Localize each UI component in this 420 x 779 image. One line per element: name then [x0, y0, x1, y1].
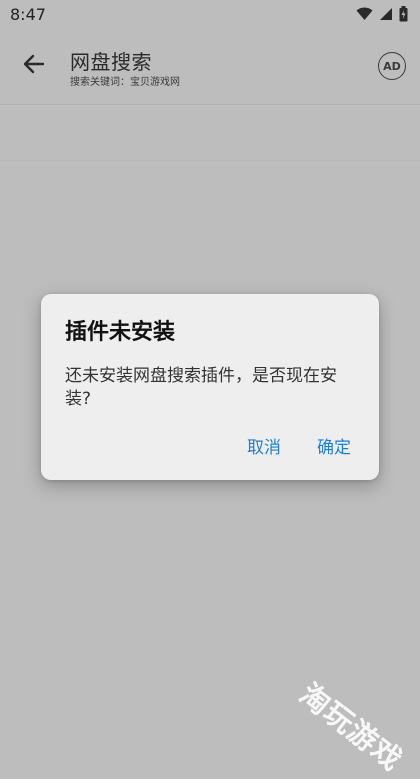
- app-screen: 8:47 网盘搜索 搜索关键词：宝贝游戏网 AD 插件未安装 还未安装网盘搜索插…: [0, 0, 420, 777]
- arrow-left-icon: [23, 54, 45, 78]
- plugin-not-installed-dialog: 插件未安装 还未安装网盘搜索插件，是否现在安装? 取消 确定: [41, 294, 379, 480]
- battery-icon: [399, 6, 408, 22]
- signal-icon: [379, 7, 393, 21]
- cancel-button[interactable]: 取消: [247, 433, 281, 458]
- wifi-icon: [356, 7, 373, 21]
- content-divider: [0, 160, 420, 161]
- dialog-title: 插件未安装: [65, 320, 176, 345]
- toolbar: 网盘搜索 搜索关键词：宝贝游戏网 AD: [0, 28, 420, 104]
- ad-button[interactable]: AD: [378, 52, 406, 80]
- dialog-message: 还未安装网盘搜索插件，是否现在安装?: [65, 366, 337, 409]
- watermark: 淘玩游戏: [293, 676, 409, 778]
- page-title: 网盘搜索: [70, 50, 152, 74]
- status-time: 8:47: [10, 4, 46, 24]
- status-icons: [356, 6, 408, 22]
- search-keyword-subtitle: 搜索关键词：宝贝游戏网: [70, 77, 180, 88]
- dialog-actions: 取消 确定: [247, 433, 351, 458]
- toolbar-divider: [0, 104, 420, 105]
- status-bar: 8:47: [0, 0, 420, 28]
- confirm-button[interactable]: 确定: [317, 433, 351, 458]
- back-button[interactable]: [14, 48, 54, 84]
